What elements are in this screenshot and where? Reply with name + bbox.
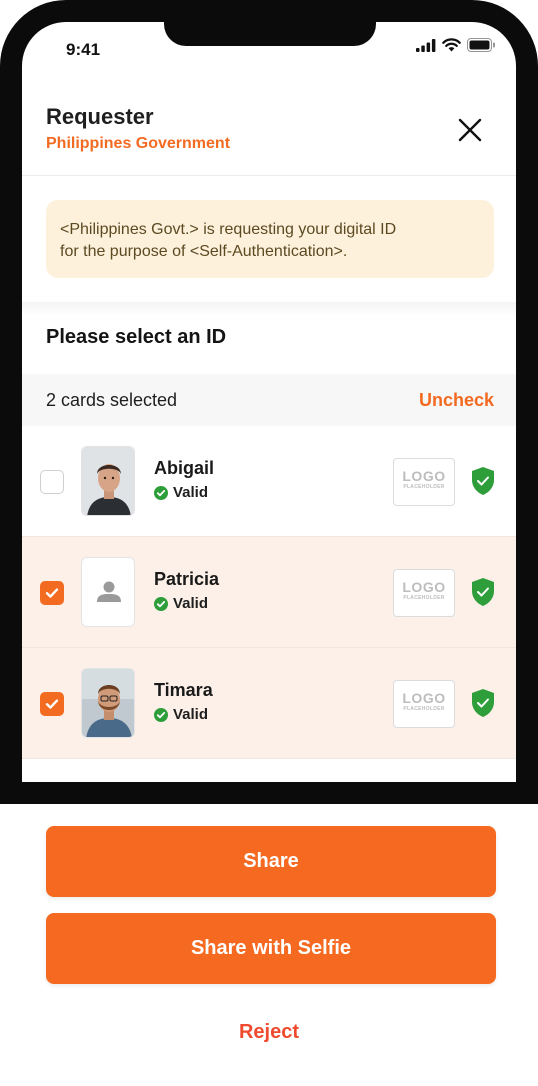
shield-check-icon <box>472 467 494 495</box>
requester-name: Philippines Government <box>46 135 231 152</box>
logo-text: LOGO <box>402 468 446 484</box>
status-label: Valid <box>173 595 209 612</box>
status-label: Valid <box>173 706 209 723</box>
avatar <box>81 557 135 627</box>
person-photo <box>82 669 134 737</box>
header-title: Requester <box>46 104 154 129</box>
card-checkbox[interactable] <box>40 470 64 494</box>
check-circle-icon <box>154 596 168 611</box>
phone-frame: 9:41 Requester Philippines Government <P… <box>0 0 538 804</box>
status-time: 9:41 <box>66 40 101 59</box>
card-checkbox[interactable] <box>40 581 64 605</box>
issuer-logo: LOGO PLACEHOLDER <box>393 680 455 728</box>
signal-icon <box>416 38 436 52</box>
phone-notch <box>164 22 376 46</box>
request-notice: <Philippines Govt.> is requesting your d… <box>46 200 494 278</box>
id-card-row[interactable]: Patricia Valid LOGO PLACEHOLDER <box>22 537 516 648</box>
avatar <box>81 668 135 738</box>
avatar <box>81 446 135 516</box>
card-holder-name: Abigail <box>154 458 215 478</box>
shield-check-icon <box>472 689 494 717</box>
notice-line-2: for the purpose of <Self-Authentication>… <box>60 243 348 260</box>
person-photo <box>82 447 134 515</box>
shield-check-icon <box>472 578 494 606</box>
card-holder-name: Timara <box>154 680 213 700</box>
close-icon[interactable] <box>456 116 484 144</box>
reject-button[interactable]: Reject <box>0 1021 538 1044</box>
requester-header: Requester Philippines Government <box>22 100 516 176</box>
share-button[interactable]: Share <box>46 826 496 897</box>
selection-count: 2 cards selected <box>46 390 178 410</box>
status-icons <box>416 38 496 52</box>
logo-text: LOGO <box>402 690 446 706</box>
section-title: Please select an ID <box>46 326 227 348</box>
card-status: Valid <box>154 595 208 612</box>
card-checkbox[interactable] <box>40 692 64 716</box>
card-holder-name: Patricia <box>154 569 220 589</box>
user-placeholder-icon <box>82 558 134 626</box>
logo-subtext: PLACEHOLDER <box>403 484 445 490</box>
selection-bar: 2 cards selected Uncheck <box>22 374 516 426</box>
check-circle-icon <box>154 485 168 500</box>
issuer-logo: LOGO PLACEHOLDER <box>393 458 455 506</box>
wifi-icon <box>442 38 461 52</box>
app-screen: 9:41 Requester Philippines Government <P… <box>22 22 516 782</box>
status-label: Valid <box>173 484 209 501</box>
checkbox-check-icon <box>45 588 59 598</box>
share-with-selfie-button[interactable]: Share with Selfie <box>46 913 496 984</box>
logo-subtext: PLACEHOLDER <box>403 706 445 712</box>
id-card-row[interactable]: Abigail Valid LOGO PLACEHOLDER <box>22 426 516 537</box>
checkbox-check-icon <box>45 699 59 709</box>
issuer-logo: LOGO PLACEHOLDER <box>393 569 455 617</box>
card-status: Valid <box>154 706 208 723</box>
notice-line-1: <Philippines Govt.> is requesting your d… <box>60 221 397 238</box>
uncheck-button[interactable]: Uncheck <box>419 390 494 411</box>
section-divider <box>22 302 516 316</box>
logo-subtext: PLACEHOLDER <box>403 595 445 601</box>
battery-icon <box>467 38 495 52</box>
check-circle-icon <box>154 707 168 722</box>
id-card-row[interactable]: Timara Valid LOGO PLACEHOLDER <box>22 648 516 759</box>
logo-text: LOGO <box>402 579 446 595</box>
card-status: Valid <box>154 484 208 501</box>
